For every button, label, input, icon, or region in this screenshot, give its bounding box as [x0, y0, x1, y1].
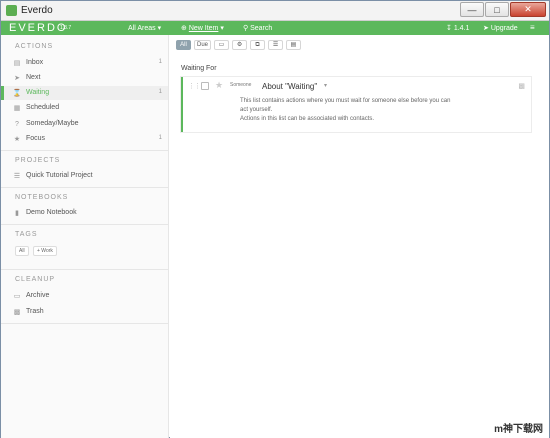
list-title: Waiting For — [181, 65, 217, 72]
trash-icon[interactable]: ▩ — [518, 82, 525, 90]
tags-section-title: TAGS — [15, 231, 38, 238]
areas-label: All Areas — [128, 25, 156, 32]
sidebar-item-focus[interactable]: ★ Focus 1 — [1, 132, 168, 146]
description-line: Actions in this list can be associated w… — [240, 116, 375, 122]
sidebar-item-notebook[interactable]: ▮ Demo Notebook — [1, 206, 168, 220]
task-title[interactable]: About "Waiting" — [262, 82, 317, 91]
drag-handle-icon[interactable]: ⋮⋮ — [188, 82, 201, 90]
sidebar-item-label: Archive — [26, 292, 50, 299]
sliders-icon[interactable]: ☰ — [268, 40, 284, 50]
minimize-icon[interactable]: — — [460, 2, 484, 17]
sidebar-item-waiting[interactable]: ⌛ Waiting 1 — [1, 86, 168, 100]
tag-work[interactable]: + Work — [33, 246, 57, 256]
sidebar-item-count: 1 — [158, 135, 162, 141]
calendar-icon: ▦ — [13, 105, 21, 112]
task-description: This list contains actions where you mus… — [240, 97, 480, 124]
sidebar-item-inbox[interactable]: ▤ Inbox 1 — [1, 56, 168, 70]
folder-icon: ▭ — [13, 293, 21, 300]
sidebar-item-scheduled[interactable]: ▦ Scheduled — [1, 101, 168, 115]
window-controls: — □ ✕ — [460, 2, 546, 17]
cleanup-section-title: CLEANUP — [15, 276, 56, 283]
actions-section-title: ACTIONS — [15, 43, 54, 50]
tag-all[interactable]: All — [15, 246, 29, 256]
app-logo: EVERDO — [9, 22, 68, 34]
chevron-down-icon: ▾ — [220, 25, 224, 32]
filter-all-button[interactable]: All — [176, 40, 191, 50]
next-icon: ➤ — [14, 75, 20, 82]
sidebar-divider — [1, 323, 168, 324]
filter-due-button[interactable]: Due — [194, 40, 212, 50]
sidebar-item-count: 1 — [158, 59, 162, 65]
notebook-icon: ▮ — [15, 210, 19, 217]
view-compact-icon[interactable]: ▭ — [214, 40, 230, 50]
projects-section-title: PROJECTS — [15, 157, 61, 164]
areas-dropdown[interactable]: All Areas ▾ — [128, 24, 161, 32]
new-item-button[interactable]: ⊕ New Item ▾ — [181, 24, 224, 32]
chevron-down-icon[interactable]: ▾ — [324, 82, 327, 89]
sidebar-item-label: Next — [26, 74, 41, 81]
sidebar-item-someday-maybe[interactable]: ? Someday/Maybe — [1, 117, 168, 131]
sidebar: ACTIONS ▤ Inbox 1 ➤ Next ⌛ Waiting 1 ▦ S… — [1, 35, 169, 438]
search-button[interactable]: ⚲ Search — [243, 24, 272, 32]
main-panel: All Due ▭ ⚙ ⧉ ☰ ▤ Waiting For ⋮⋮ ★ Someo… — [170, 35, 549, 438]
sidebar-item-label: Trash — [26, 308, 44, 315]
star-icon[interactable]: ★ — [215, 80, 223, 91]
maximize-icon[interactable]: □ — [485, 2, 509, 17]
waiting-icon: ⌛ — [12, 90, 22, 97]
description-line: act yourself. — [240, 107, 273, 113]
plus-icon: ⊕ — [181, 25, 187, 32]
list-icon: ☰ — [13, 173, 21, 180]
download-icon: ↧ — [446, 25, 452, 32]
sidebar-item-trash[interactable]: ▩ Trash — [1, 305, 168, 319]
sidebar-item-label: Someday/Maybe — [26, 120, 79, 127]
question-icon: ? — [15, 120, 19, 128]
upgrade-button[interactable]: ➤ Upgrade — [483, 24, 518, 32]
inbox-icon: ▤ — [13, 60, 21, 67]
sidebar-item-label: Focus — [26, 135, 46, 142]
close-icon[interactable]: ✕ — [510, 2, 546, 17]
window-title: Everdo — [21, 5, 53, 16]
settings-icon[interactable]: ⚙ — [232, 40, 248, 50]
copy-icon[interactable]: ⧉ — [250, 40, 266, 50]
version-label: 1.4.1 — [453, 25, 470, 32]
sidebar-item-next[interactable]: ➤ Next — [1, 71, 168, 85]
task-context: Someone — [230, 82, 252, 88]
app-header: EVERDO 1.3.7 All Areas ▾ ⊕ New Item ▾ ⚲ … — [1, 21, 549, 35]
description-line: This list contains actions where you mus… — [240, 98, 451, 104]
title-bar: Everdo — □ ✕ — [1, 1, 549, 21]
sidebar-item-label: Quick Tutorial Project — [26, 172, 93, 179]
rocket-icon: ➤ — [483, 25, 489, 32]
sidebar-item-label: Inbox — [26, 59, 44, 66]
task-item[interactable]: ⋮⋮ ★ Someone About "Waiting" ▾ ▩ This li… — [181, 77, 531, 132]
hamburger-menu-icon[interactable]: ≡ — [530, 23, 535, 32]
notebooks-section-title: NOTEBOOKS — [15, 194, 69, 201]
sidebar-item-label: Waiting — [26, 89, 50, 96]
sidebar-divider — [1, 187, 168, 188]
sidebar-item-label: Demo Notebook — [26, 209, 77, 216]
filter-toolbar: All Due ▭ ⚙ ⧉ ☰ ▤ — [176, 40, 302, 50]
upgrade-label: Upgrade — [490, 25, 518, 32]
sidebar-divider — [1, 150, 168, 151]
sidebar-divider — [1, 269, 168, 270]
task-checkbox[interactable] — [201, 82, 209, 90]
watermark-logo: m神下载网 — [494, 424, 543, 435]
new-item-label: New Item — [188, 25, 219, 32]
sidebar-item-label: Scheduled — [26, 104, 60, 111]
sidebar-item-archive[interactable]: ▭ Archive — [1, 289, 168, 303]
star-icon: ★ — [13, 136, 21, 143]
app-window: Everdo — □ ✕ EVERDO 1.3.7 All Areas ▾ ⊕ … — [0, 0, 550, 438]
app-icon — [6, 5, 17, 16]
search-icon: ⚲ — [243, 25, 249, 32]
sidebar-item-project[interactable]: ☰ Quick Tutorial Project — [1, 169, 168, 183]
sidebar-divider — [1, 224, 168, 225]
document-icon[interactable]: ▤ — [286, 40, 302, 50]
trash-icon: ▩ — [13, 309, 21, 316]
chevron-down-icon: ▾ — [157, 25, 162, 32]
sidebar-item-count: 1 — [158, 89, 162, 95]
logo-version: 1.3.7 — [60, 25, 72, 31]
search-label: Search — [250, 25, 273, 32]
version-indicator[interactable]: ↧ 1.4.1 — [446, 24, 469, 32]
